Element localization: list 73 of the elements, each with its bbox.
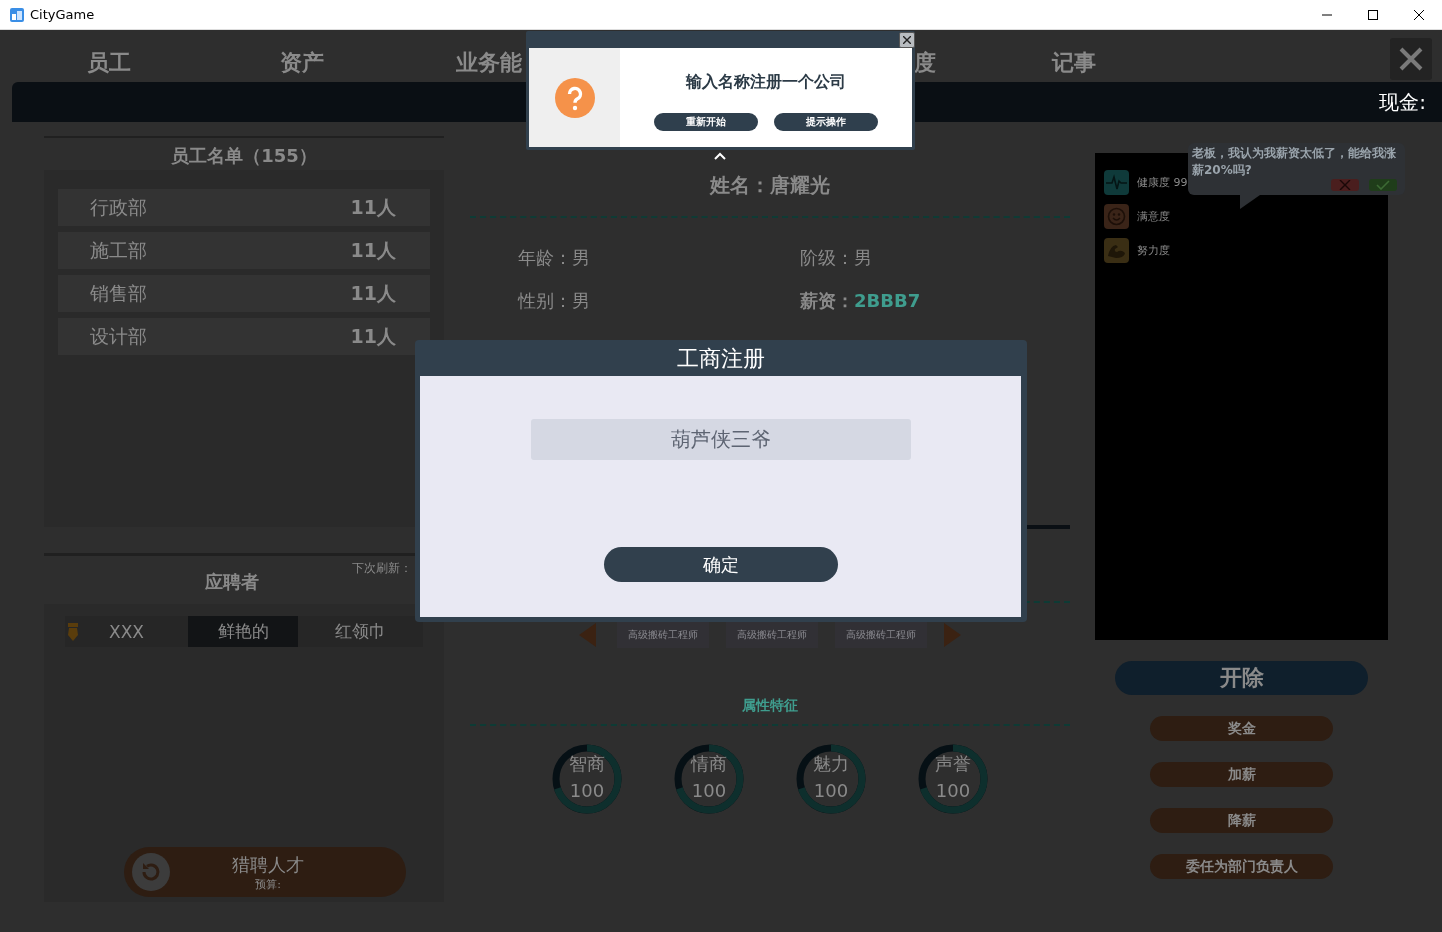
accept-button[interactable] [1369, 179, 1397, 191]
trait-name: 声誉 [935, 752, 971, 776]
close-icon [1399, 47, 1423, 71]
employee-field: 性别：男 [518, 286, 590, 316]
applicant-cell[interactable]: 鲜艳的 [188, 616, 298, 647]
reject-button[interactable] [1331, 179, 1359, 191]
check-icon [1376, 180, 1390, 190]
close-button[interactable] [1390, 38, 1432, 80]
hint-message: 输入名称注册一个公司 [686, 72, 846, 93]
company-name-field[interactable]: 葫芦侠三爷 [530, 419, 911, 460]
refresh-icon [132, 853, 170, 891]
action-button[interactable]: 奖金 [1150, 716, 1333, 741]
right-arrow-icon[interactable] [944, 623, 961, 647]
applicant-cell[interactable]: 红领巾 [298, 616, 423, 647]
department-row[interactable]: 施工部 11人 [58, 232, 430, 269]
stat-label: 健康度 99 [1137, 175, 1188, 190]
title-tag[interactable]: 高级搬砖工程师 [835, 622, 927, 648]
confirm-button[interactable]: 确定 [603, 547, 838, 582]
action-button[interactable]: 委任为部门负责人 [1150, 854, 1333, 879]
applicant-cell[interactable]: XXX [65, 616, 188, 647]
hint-button[interactable]: 重新开始 [654, 113, 758, 131]
trait-name: 情商 [691, 752, 727, 776]
maximize-icon [1368, 9, 1378, 20]
nav-tab[interactable]: 业务能 [450, 33, 528, 79]
muscle-arm-icon [1104, 238, 1129, 263]
applicants-title: 应聘者 [205, 570, 259, 594]
question-icon [554, 77, 595, 118]
staff-list-title: 员工名单（155） [171, 144, 317, 168]
hunt-talent-button[interactable]: 猎聘人才 预算: [124, 847, 406, 897]
trait-gauge [796, 744, 866, 814]
department-row[interactable]: 销售部 11人 [58, 275, 430, 312]
trait-name: 魅力 [813, 752, 849, 776]
trait-name: 智商 [569, 752, 605, 776]
employee-field: 年龄：男 [518, 243, 590, 273]
employee-name: 姓名：唐耀光 [708, 172, 831, 199]
action-button[interactable]: 降薪 [1150, 808, 1333, 833]
action-button[interactable]: 加薪 [1150, 762, 1333, 787]
nav-tab[interactable]: 资产 [273, 33, 330, 79]
trait-value: 100 [935, 780, 971, 801]
traits-title: 属性特征 [742, 697, 798, 715]
caret-up-icon [714, 152, 726, 160]
employee-field: 阶级：男 [800, 243, 872, 273]
trait-value: 100 [813, 780, 849, 801]
close-icon [1414, 9, 1424, 20]
title-tag[interactable]: 高级搬砖工程师 [617, 622, 709, 648]
department-row[interactable]: 设计部 11人 [58, 318, 430, 355]
trait-value: 100 [691, 780, 727, 801]
fire-button[interactable]: 开除 [1115, 661, 1368, 695]
nav-tab[interactable]: 员工 [80, 33, 137, 79]
title-tag[interactable]: 高级搬砖工程师 [726, 622, 818, 648]
stat-label: 努力度 [1137, 243, 1170, 258]
trait-gauge [918, 744, 988, 814]
refresh-timer: 下次刷新： [352, 560, 412, 577]
window-title: CityGame [30, 7, 95, 22]
left-arrow-icon[interactable] [579, 623, 596, 647]
raise-request-text: 老板，我认为我薪资太低了，能给我涨薪20%吗? [1192, 145, 1397, 179]
trait-gauge [552, 744, 622, 814]
close-button[interactable] [899, 32, 915, 48]
stat-label: 满意度 [1137, 209, 1170, 224]
app-icon [9, 6, 25, 23]
smiley-icon [1104, 204, 1129, 229]
nav-tab[interactable]: 记事 [1045, 33, 1102, 79]
cross-icon [1339, 180, 1351, 190]
cash-label: 现金: [1379, 88, 1426, 116]
close-icon [903, 36, 911, 44]
trait-gauge [674, 744, 744, 814]
hint-button[interactable]: 提示操作 [774, 113, 878, 131]
dialog-title: 工商注册 [676, 345, 766, 373]
tie-icon [67, 623, 79, 641]
department-row[interactable]: 行政部 11人 [58, 189, 430, 226]
heartbeat-icon [1104, 170, 1129, 195]
employee-field: 薪资：2BBB7 [800, 286, 921, 316]
trait-value: 100 [569, 780, 605, 801]
